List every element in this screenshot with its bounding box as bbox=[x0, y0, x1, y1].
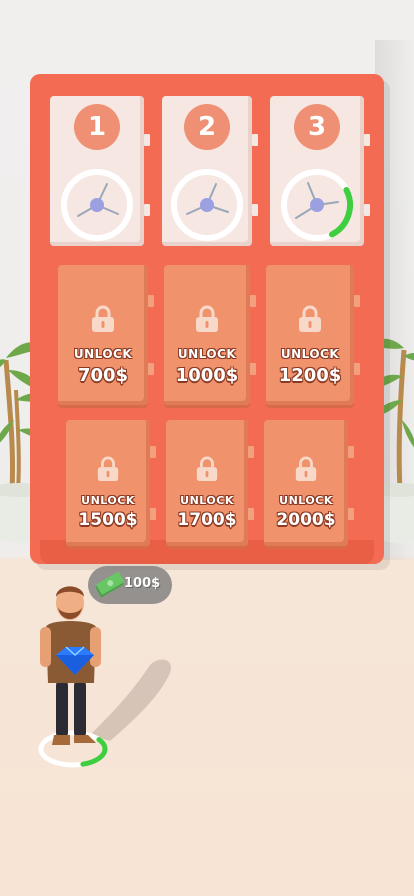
cash-icon bbox=[95, 572, 124, 598]
safe-dial-icon[interactable] bbox=[280, 168, 354, 242]
unlock-price: 700$ bbox=[77, 365, 129, 386]
unlock-price: 2000$ bbox=[276, 510, 336, 530]
unlock-label: UNLOCK bbox=[280, 347, 340, 361]
dial-progress-arc bbox=[328, 187, 353, 238]
unlock-price: 1500$ bbox=[78, 510, 138, 530]
vault-number-badge: 3 bbox=[294, 104, 340, 150]
unlock-label: UNLOCK bbox=[73, 347, 133, 361]
vault-number-badge: 1 bbox=[74, 104, 120, 150]
locked-vault-1200[interactable]: UNLOCK 1200$ bbox=[266, 265, 360, 405]
locked-vault-1000[interactable]: UNLOCK 1000$ bbox=[164, 265, 256, 405]
vault-number-badge: 2 bbox=[184, 104, 230, 150]
unlock-label: UNLOCK bbox=[81, 494, 135, 507]
lock-icon bbox=[196, 456, 218, 481]
vault-door-3[interactable]: 3 bbox=[270, 96, 370, 246]
lock-icon bbox=[92, 305, 114, 332]
unlock-label: UNLOCK bbox=[279, 494, 333, 507]
unlock-label: UNLOCK bbox=[180, 494, 234, 507]
lock-icon bbox=[97, 456, 119, 481]
lock-icon bbox=[299, 305, 321, 332]
money-amount: 100$ bbox=[124, 576, 161, 591]
unlock-label: UNLOCK bbox=[177, 347, 237, 361]
lock-icon bbox=[196, 305, 218, 332]
player-character[interactable] bbox=[26, 575, 126, 775]
locked-vault-1500[interactable]: UNLOCK 1500$ bbox=[66, 420, 156, 546]
unlock-price: 1700$ bbox=[177, 510, 237, 530]
unlock-price: 1000$ bbox=[175, 365, 239, 386]
locked-vault-700[interactable]: UNLOCK 700$ bbox=[58, 265, 154, 405]
money-counter: 100$ bbox=[88, 566, 172, 604]
vault-door-2[interactable]: 2 bbox=[162, 96, 258, 246]
locked-vault-1700[interactable]: UNLOCK 1700$ bbox=[166, 420, 254, 546]
vault-door-1[interactable]: 1 bbox=[50, 96, 150, 246]
safe-dial-icon[interactable] bbox=[60, 168, 134, 242]
lock-icon bbox=[295, 456, 317, 481]
safe-dial-icon[interactable] bbox=[170, 168, 244, 242]
unlock-price: 1200$ bbox=[278, 365, 342, 386]
locked-vault-2000[interactable]: UNLOCK 2000$ bbox=[264, 420, 354, 546]
